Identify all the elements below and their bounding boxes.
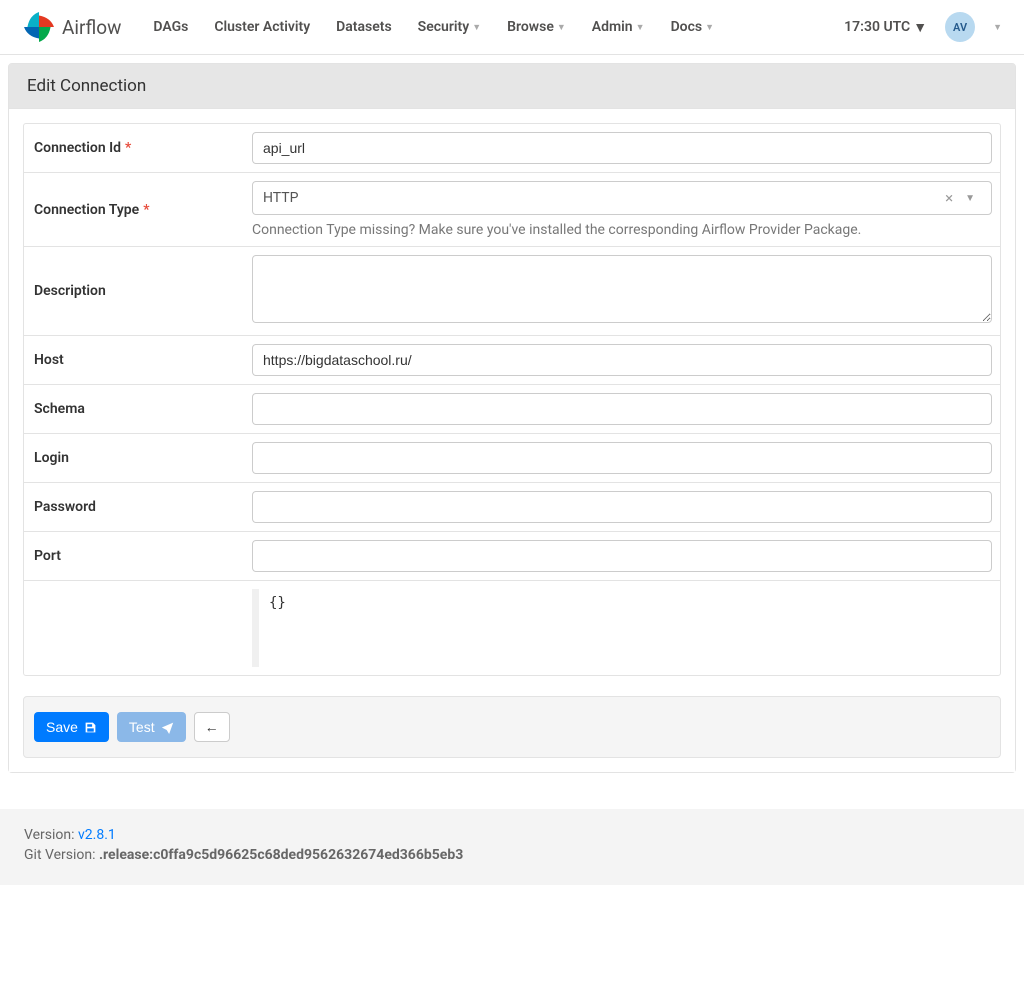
form-table: Connection Id* Connection Type* HTTP × ▼ [23, 123, 1001, 676]
label-conn-type: Connection Type* [24, 173, 244, 246]
paper-plane-icon [161, 721, 174, 734]
navbar: Airflow DAGs Cluster Activity Datasets S… [0, 0, 1024, 55]
save-icon [84, 721, 97, 734]
button-bar: Save Test ← [23, 696, 1001, 758]
nav-right: 17:30 UTC▼ AV ▼ [844, 12, 1002, 42]
label-host: Host [24, 336, 244, 384]
panel: Edit Connection Connection Id* Connectio… [8, 63, 1016, 773]
conn-type-value: HTTP [263, 190, 298, 206]
label-description: Description [24, 247, 244, 335]
git-line: Git Version: .release:c0ffa9c5d96625c68d… [24, 847, 1000, 863]
nav-cluster-activity[interactable]: Cluster Activity [214, 19, 310, 35]
nav-datasets[interactable]: Datasets [336, 19, 392, 35]
save-button[interactable]: Save [34, 712, 109, 742]
row-conn-id: Connection Id* [24, 124, 1000, 173]
nav-security[interactable]: Security▼ [418, 19, 481, 35]
required-marker: * [125, 140, 131, 156]
nav-docs[interactable]: Docs▼ [671, 19, 714, 35]
version-line: Version: v2.8.1 [24, 827, 1000, 843]
arrow-left-icon: ← [205, 719, 219, 735]
extra-json-value: {} [259, 589, 296, 667]
row-description: Description [24, 247, 1000, 336]
conn-type-select[interactable]: HTTP × ▼ [252, 181, 992, 215]
git-version: .release:c0ffa9c5d96625c68ded9562632674e… [99, 847, 463, 863]
airflow-pinwheel-icon [22, 10, 56, 44]
clear-icon[interactable]: × [945, 189, 953, 207]
chevron-down-icon[interactable]: ▼ [993, 22, 1002, 33]
footer: Version: v2.8.1 Git Version: .release:c0… [0, 809, 1024, 885]
label-schema: Schema [24, 385, 244, 433]
login-input[interactable] [252, 442, 992, 474]
label-conn-id: Connection Id* [24, 124, 244, 172]
extra-json-editor[interactable]: {} [252, 589, 992, 667]
version-link[interactable]: v2.8.1 [78, 827, 116, 843]
panel-title: Edit Connection [9, 64, 1015, 109]
logo[interactable]: Airflow [22, 10, 121, 44]
panel-body: Connection Id* Connection Type* HTTP × ▼ [9, 109, 1015, 772]
row-schema: Schema [24, 385, 1000, 434]
nav-items: DAGs Cluster Activity Datasets Security▼… [153, 19, 844, 35]
page: Edit Connection Connection Id* Connectio… [0, 55, 1024, 781]
label-password: Password [24, 483, 244, 531]
port-input[interactable] [252, 540, 992, 572]
row-host: Host [24, 336, 1000, 385]
chevron-down-icon: ▼ [557, 22, 566, 33]
label-login: Login [24, 434, 244, 482]
description-textarea[interactable] [252, 255, 992, 323]
row-extra: {} [24, 581, 1000, 675]
back-button[interactable]: ← [194, 712, 230, 742]
label-extra [24, 581, 244, 675]
nav-dags[interactable]: DAGs [153, 19, 188, 35]
host-input[interactable] [252, 344, 992, 376]
json-gutter [252, 589, 259, 667]
chevron-down-icon[interactable]: ▼ [965, 193, 975, 204]
avatar[interactable]: AV [945, 12, 975, 42]
brand-text: Airflow [62, 16, 121, 39]
clock[interactable]: 17:30 UTC▼ [844, 19, 927, 36]
row-login: Login [24, 434, 1000, 483]
label-port: Port [24, 532, 244, 580]
nav-admin[interactable]: Admin▼ [592, 19, 645, 35]
nav-browse[interactable]: Browse▼ [507, 19, 566, 35]
chevron-down-icon: ▼ [472, 22, 481, 33]
conn-type-help: Connection Type missing? Make sure you'v… [252, 222, 992, 238]
row-port: Port [24, 532, 1000, 581]
row-password: Password [24, 483, 1000, 532]
chevron-down-icon: ▼ [705, 22, 714, 33]
row-conn-type: Connection Type* HTTP × ▼ Connection Typ… [24, 173, 1000, 247]
password-input[interactable] [252, 491, 992, 523]
schema-input[interactable] [252, 393, 992, 425]
conn-id-input[interactable] [252, 132, 992, 164]
chevron-down-icon: ▼ [636, 22, 645, 33]
required-marker: * [143, 202, 149, 218]
chevron-down-icon: ▼ [913, 19, 927, 36]
test-button[interactable]: Test [117, 712, 186, 742]
